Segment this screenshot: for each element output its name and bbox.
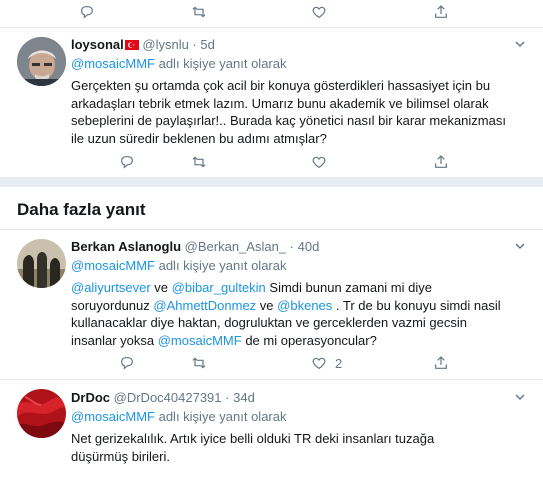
timestamp[interactable]: 5d <box>200 37 214 52</box>
replying-to: @mosaicMMF adlı kişiye yanıt olarak <box>71 56 287 72</box>
retweet-button[interactable] <box>191 153 207 171</box>
chevron-down-icon[interactable] <box>515 39 525 49</box>
avatar[interactable] <box>17 239 66 288</box>
timestamp[interactable]: 40d <box>298 239 320 254</box>
reply-tweet[interactable]: Berkan Aslanoglu @Berkan_Aslan_ · 40d @m… <box>0 230 543 378</box>
avatar[interactable] <box>17 37 66 86</box>
mention-link[interactable]: @mosaicMMF <box>71 409 155 424</box>
replying-to-label: adlı kişiye yanıt olarak <box>154 56 287 71</box>
separator-dot: · <box>192 37 197 52</box>
heart-icon <box>312 6 326 19</box>
display-name[interactable]: loysonal <box>71 37 124 52</box>
mention-link[interactable]: @mosaicMMF <box>158 333 242 348</box>
mention-link[interactable]: @aliyurtsever <box>71 280 151 295</box>
separator-dot: · <box>225 390 230 405</box>
share-icon <box>435 5 447 18</box>
avatar-image <box>17 389 66 438</box>
replying-to: @mosaicMMF adlı kişiye yanıt olarak <box>71 409 287 425</box>
action-bar: 2 <box>71 354 491 372</box>
display-name[interactable]: DrDoc <box>71 390 110 405</box>
retweet-icon <box>192 357 206 369</box>
share-button[interactable] <box>433 3 449 21</box>
like-button[interactable] <box>311 153 327 171</box>
mention-link[interactable]: @bibar_gultekin <box>172 280 266 295</box>
reply-button[interactable] <box>79 3 95 21</box>
tweet-header: Berkan Aslanoglu @Berkan_Aslan_ · 40d <box>71 239 319 255</box>
top-action-bar <box>71 3 491 21</box>
text-segment: ve <box>150 280 172 295</box>
replying-to-label: adlı kişiye yanıt olarak <box>154 258 287 273</box>
mention-link[interactable]: @mosaicMMF <box>71 258 155 273</box>
text-segment: de mi operasyoncular? <box>241 332 377 348</box>
share-button[interactable] <box>433 354 449 372</box>
separator-dot: · <box>289 239 295 254</box>
section-separator <box>0 177 543 187</box>
share-icon <box>435 356 447 369</box>
action-bar <box>71 153 491 171</box>
mention-link[interactable]: @mosaicMMF <box>71 56 155 71</box>
replying-to-label: adlı kişiye yanıt olarak <box>154 409 287 424</box>
timestamp[interactable]: 34d <box>233 390 255 405</box>
tweet-header: DrDoc @DrDoc40427391 · 34d <box>71 390 255 406</box>
share-button[interactable] <box>433 153 449 171</box>
tweet-header: loysonal @lysnlu · 5d <box>71 37 215 53</box>
user-handle[interactable]: @Berkan_Aslan_ <box>185 239 286 254</box>
avatar-image <box>17 239 66 288</box>
tweet-text: Gerçekten şu ortamda çok acil bir konuya… <box>71 78 506 146</box>
mention-link[interactable]: @bkenes <box>277 298 332 313</box>
display-name[interactable]: Berkan Aslanoglu <box>71 239 181 254</box>
text-segment: ve <box>256 297 278 313</box>
tweet-text: @aliyurtsever ve @bibar_gultekin Simdi b… <box>71 279 511 349</box>
reply-button[interactable] <box>119 153 135 171</box>
share-icon <box>435 155 447 168</box>
heart-icon <box>312 357 326 370</box>
chevron-down-icon[interactable] <box>515 241 525 251</box>
mention-link[interactable]: @AhmettDonmez <box>153 298 256 313</box>
avatar-image <box>17 37 66 86</box>
retweet-icon <box>192 6 206 18</box>
retweet-button[interactable] <box>191 3 207 21</box>
chevron-down-icon[interactable] <box>515 392 525 402</box>
like-button[interactable]: 2 <box>311 354 342 372</box>
avatar[interactable] <box>17 389 66 438</box>
reply-icon <box>121 156 133 169</box>
retweet-icon <box>192 156 206 168</box>
tweet-text: Net gerizekalılık. Artık iyice belli old… <box>71 431 435 464</box>
reply-icon <box>81 6 93 19</box>
reply-icon <box>121 357 133 370</box>
replying-to: @mosaicMMF adlı kişiye yanıt olarak <box>71 258 287 274</box>
more-replies-heading: Daha fazla yanıt <box>17 200 146 219</box>
heart-icon <box>312 156 326 169</box>
retweet-button[interactable] <box>191 354 207 372</box>
reply-tweet[interactable]: DrDoc @DrDoc40427391 · 34d @mosaicMMF ad… <box>0 380 543 496</box>
like-button[interactable] <box>311 3 327 21</box>
turkey-flag-icon <box>124 40 139 50</box>
reply-tweet[interactable]: loysonal @lysnlu · 5d @mosaicMMF adlı ki… <box>0 28 543 174</box>
reply-button[interactable] <box>119 354 135 372</box>
user-handle[interactable]: @DrDoc40427391 <box>114 390 222 405</box>
like-count: 2 <box>335 355 343 371</box>
user-handle[interactable]: @lysnlu <box>142 37 188 52</box>
